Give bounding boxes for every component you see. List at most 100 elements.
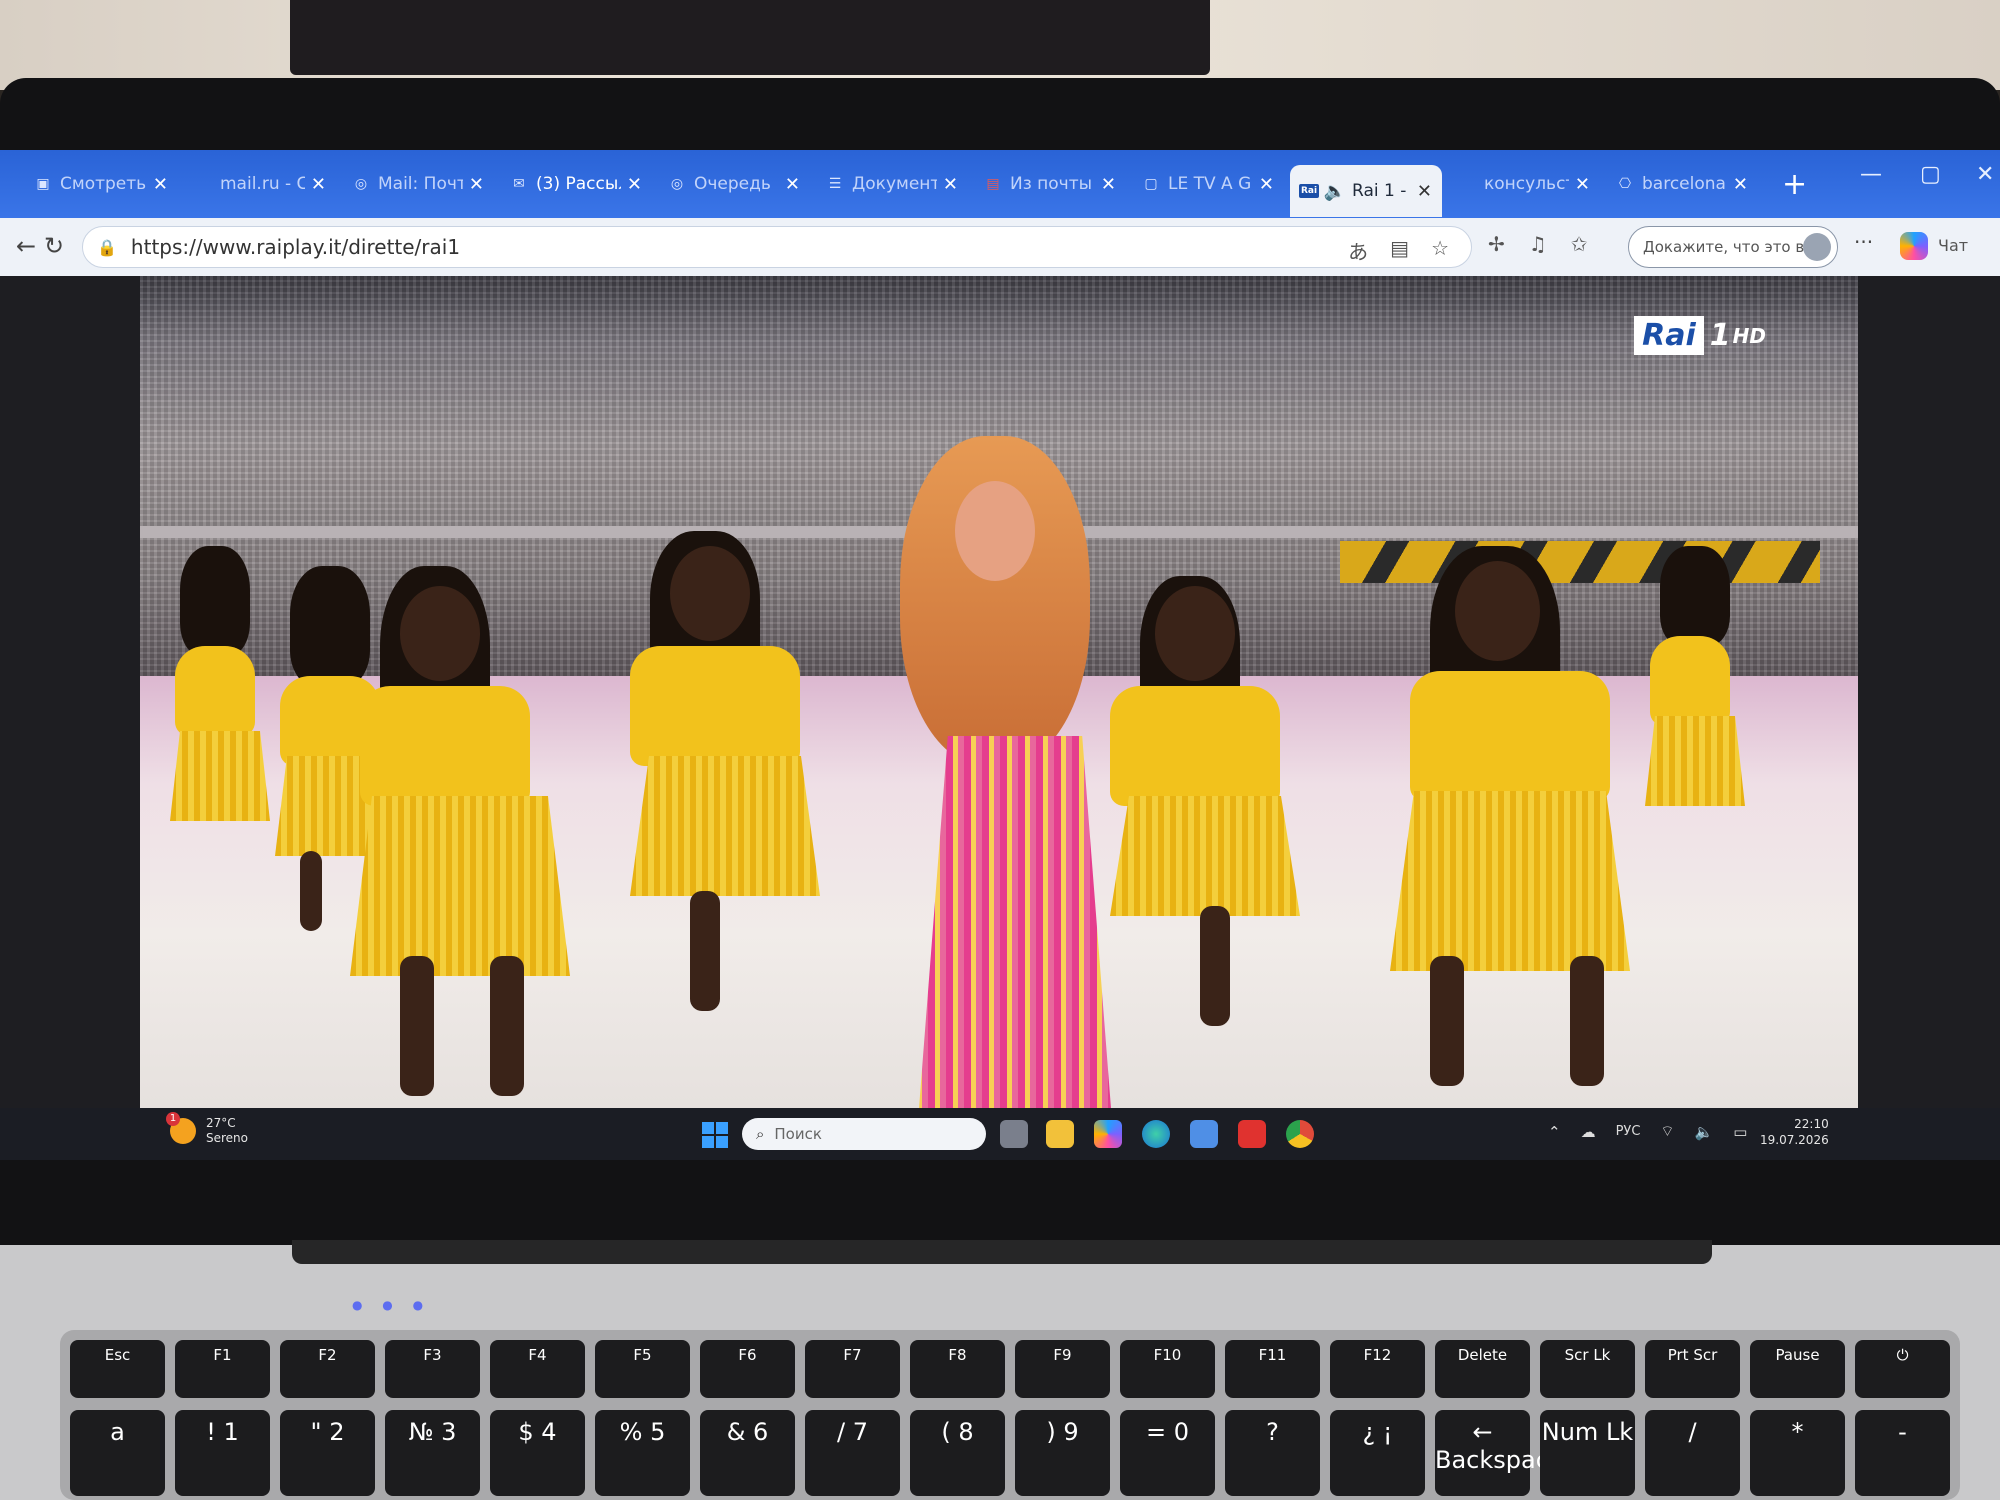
- keyboard-key[interactable]: ← Backspace: [1435, 1410, 1564, 1496]
- keyboard-key[interactable]: /: [1645, 1410, 1740, 1496]
- keyboard-key[interactable]: F1: [175, 1340, 270, 1398]
- keyboard-key[interactable]: % 5: [595, 1410, 690, 1496]
- favorites-icon[interactable]: ✩: [1571, 232, 1588, 256]
- keyboard-key[interactable]: = 0: [1120, 1410, 1215, 1496]
- weather-widget[interactable]: 1 27°C Sereno: [166, 1112, 248, 1146]
- new-tab-button[interactable]: +: [1782, 167, 1807, 202]
- chevron-up-icon[interactable]: ⌃: [1548, 1123, 1561, 1141]
- keyboard-key[interactable]: " 2: [280, 1410, 375, 1496]
- lock-icon: 🔒: [97, 237, 117, 257]
- profile-button[interactable]: Докажите, что это вы: [1628, 226, 1838, 268]
- keyboard-key[interactable]: -: [1855, 1410, 1950, 1496]
- extensions-icon[interactable]: ✢: [1488, 232, 1505, 256]
- wifi-icon[interactable]: ⌔: [1660, 1122, 1674, 1141]
- browser-tab[interactable]: ▤ Из почты ✕: [974, 161, 1126, 207]
- keyboard-key[interactable]: F11: [1225, 1340, 1320, 1398]
- close-icon[interactable]: ✕: [785, 174, 800, 195]
- close-icon[interactable]: ✕: [1733, 174, 1748, 195]
- browser-tab[interactable]: ⎔ barcelona ✕: [1606, 161, 1758, 207]
- keyboard-key[interactable]: ⏻: [1855, 1340, 1950, 1398]
- chrome-icon[interactable]: [1286, 1120, 1314, 1148]
- browser-tab[interactable]: ✉ (3) Рассыл ✕: [500, 161, 652, 207]
- keyboard-key[interactable]: Esc: [70, 1340, 165, 1398]
- file-explorer-icon[interactable]: [1046, 1120, 1074, 1148]
- language-indicator[interactable]: РУС: [1616, 1124, 1641, 1139]
- browser-tab[interactable]: ▢ LE TV A G ✕: [1132, 161, 1284, 207]
- speaker-icon[interactable]: 🔈: [1324, 181, 1346, 202]
- keyboard-key[interactable]: Pause: [1750, 1340, 1845, 1398]
- keyboard-key[interactable]: ( 8: [910, 1410, 1005, 1496]
- volume-icon[interactable]: 🔈: [1695, 1123, 1714, 1141]
- copilot-icon[interactable]: [1900, 232, 1928, 260]
- translate-icon[interactable]: あ: [1348, 236, 1368, 265]
- keyboard-key[interactable]: $ 4: [490, 1410, 585, 1496]
- keyboard-key[interactable]: ! 1: [175, 1410, 270, 1496]
- edge-browser-icon[interactable]: [1142, 1120, 1170, 1148]
- keyboard-key[interactable]: F12: [1330, 1340, 1425, 1398]
- close-icon[interactable]: ✕: [1259, 174, 1274, 195]
- close-icon[interactable]: ✕: [153, 174, 168, 195]
- browser-tab[interactable]: ◎ Mail: Почт ✕: [342, 161, 494, 207]
- video-player[interactable]: Rai 1 HD: [140, 276, 1858, 1108]
- tv-icon: ▢: [1144, 176, 1158, 192]
- laptop-hinge: [292, 1240, 1712, 1264]
- copilot-taskbar-icon[interactable]: [1094, 1120, 1122, 1148]
- keyboard-key[interactable]: ) 9: [1015, 1410, 1110, 1496]
- windows-start-icon[interactable]: [702, 1122, 728, 1148]
- keyboard-key[interactable]: F4: [490, 1340, 585, 1398]
- keyboard-key[interactable]: Delete: [1435, 1340, 1530, 1398]
- reload-icon[interactable]: ↻: [44, 232, 64, 260]
- keyboard-key[interactable]: F5: [595, 1340, 690, 1398]
- onedrive-icon[interactable]: ☁: [1581, 1123, 1596, 1141]
- keyboard-key[interactable]: F3: [385, 1340, 480, 1398]
- keyboard-key[interactable]: F7: [805, 1340, 900, 1398]
- weather-temp: 27°C: [206, 1116, 236, 1130]
- minimize-icon[interactable]: —: [1860, 162, 1882, 187]
- keyboard-key[interactable]: а: [70, 1410, 165, 1496]
- close-icon[interactable]: ✕: [943, 174, 958, 195]
- keyboard-key[interactable]: ?: [1225, 1410, 1320, 1496]
- tab-label: Документ: [852, 174, 937, 194]
- keyboard-key[interactable]: ¿ ¡: [1330, 1410, 1425, 1496]
- keyboard-key[interactable]: F10: [1120, 1340, 1215, 1398]
- taskbar-clock[interactable]: 22:10 19.07.2026: [1760, 1116, 1829, 1148]
- window-close-icon[interactable]: ✕: [1976, 162, 1994, 187]
- more-menu-icon[interactable]: ···: [1854, 230, 1873, 254]
- close-icon[interactable]: ✕: [311, 174, 326, 195]
- avatar: [1803, 233, 1831, 261]
- browser-tab[interactable]: ◎ Очередь ✕: [658, 161, 810, 207]
- close-icon[interactable]: ✕: [627, 174, 642, 195]
- back-arrow-icon[interactable]: ←: [16, 232, 36, 260]
- battery-icon[interactable]: ▭: [1733, 1123, 1747, 1141]
- keyboard-key[interactable]: Num Lk: [1540, 1410, 1635, 1496]
- browser-tab[interactable]: консульст ✕: [1448, 161, 1600, 207]
- url-field[interactable]: 🔒 https://www.raiplay.it/dirette/rai1 あ …: [82, 226, 1472, 268]
- keyboard-key[interactable]: Prt Scr: [1645, 1340, 1740, 1398]
- keyboard-key[interactable]: F2: [280, 1340, 375, 1398]
- keyboard-key[interactable]: *: [1750, 1410, 1845, 1496]
- keyboard-key[interactable]: & 6: [700, 1410, 795, 1496]
- reader-mode-icon[interactable]: ▤: [1390, 236, 1409, 265]
- keyboard-key[interactable]: F6: [700, 1340, 795, 1398]
- chat-label[interactable]: Чат: [1938, 236, 1968, 255]
- wps-office-icon[interactable]: [1238, 1120, 1266, 1148]
- browser-tab-active[interactable]: Rai 🔈 Rai 1 - ✕: [1290, 165, 1442, 217]
- browser-tab[interactable]: mail.ru - Ca ✕: [184, 161, 336, 207]
- task-view-icon[interactable]: [1000, 1120, 1028, 1148]
- keyboard-key[interactable]: F9: [1015, 1340, 1110, 1398]
- favorite-star-icon[interactable]: ☆: [1431, 236, 1449, 265]
- keyboard-key[interactable]: Scr Lk: [1540, 1340, 1635, 1398]
- close-icon[interactable]: ✕: [1101, 174, 1116, 195]
- close-icon[interactable]: ✕: [1417, 181, 1432, 202]
- store-icon[interactable]: [1190, 1120, 1218, 1148]
- close-icon[interactable]: ✕: [1575, 174, 1590, 195]
- maximize-icon[interactable]: ▢: [1920, 162, 1941, 187]
- browser-tab[interactable]: ☰ Документ ✕: [816, 161, 968, 207]
- keyboard-key[interactable]: № 3: [385, 1410, 480, 1496]
- media-icon[interactable]: ♫: [1529, 232, 1547, 256]
- keyboard-key[interactable]: / 7: [805, 1410, 900, 1496]
- browser-tab[interactable]: ▣ Смотреть ✕: [0, 161, 178, 207]
- keyboard-key[interactable]: F8: [910, 1340, 1005, 1398]
- close-icon[interactable]: ✕: [469, 174, 484, 195]
- taskbar-search[interactable]: ⌕ Поиск: [742, 1118, 986, 1150]
